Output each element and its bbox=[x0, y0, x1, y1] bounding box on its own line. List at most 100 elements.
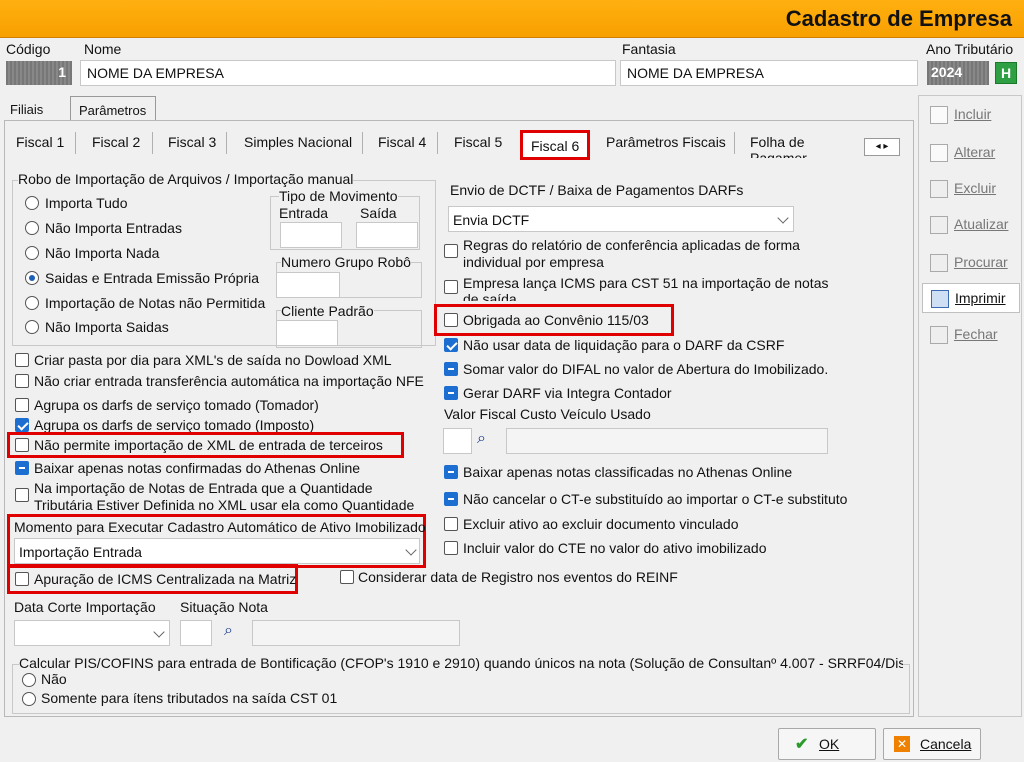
tab-filiais[interactable]: Filiais bbox=[10, 102, 43, 117]
fantasia-field[interactable]: NOME DA EMPRESA bbox=[620, 60, 918, 86]
cb-label: Criar pasta por dia para XML's de saída … bbox=[34, 352, 392, 368]
cb-label: Não criar entrada transferência automáti… bbox=[34, 373, 424, 389]
situacao-input[interactable] bbox=[180, 620, 212, 646]
cb-excluir-ativo[interactable] bbox=[444, 517, 458, 531]
cb-nao-usar-data[interactable] bbox=[444, 338, 458, 352]
tab-fiscal2[interactable]: Fiscal 2 bbox=[90, 130, 142, 158]
radio-saidas-entrada[interactable] bbox=[25, 271, 39, 285]
cb-apuracao-icms[interactable] bbox=[15, 572, 29, 586]
cb-nao-cancelar-cte[interactable] bbox=[444, 492, 458, 506]
btn-label: Procurar bbox=[954, 254, 1008, 270]
tab-fiscal5[interactable]: Fiscal 5 bbox=[452, 130, 504, 158]
considerar-label: Considerar data de Registro nos eventos … bbox=[358, 569, 678, 585]
codigo-field[interactable]: 1 bbox=[6, 61, 72, 85]
grupo-robo-label: Numero Grupo Robô bbox=[281, 254, 411, 270]
tab-folha[interactable]: Folha de Pagamer bbox=[748, 130, 862, 158]
nome-label: Nome bbox=[84, 41, 122, 57]
cb-label: de saída bbox=[463, 291, 517, 301]
cb-label: Agrupa os darfs de serviço tomado (Impos… bbox=[34, 417, 315, 433]
entrada-input[interactable] bbox=[280, 222, 342, 248]
radio-nao-importa-saidas[interactable] bbox=[25, 320, 39, 334]
cb-incluir-cte[interactable] bbox=[444, 541, 458, 555]
edit-icon bbox=[930, 144, 948, 162]
ano-field[interactable]: 2024 bbox=[927, 61, 989, 85]
btn-label: Imprimir bbox=[955, 290, 1006, 306]
alterar-button[interactable]: Alterar bbox=[922, 138, 1020, 168]
saida-label: Saída bbox=[360, 205, 397, 221]
cb-label: Tributária Estiver Definida no XML usar … bbox=[34, 497, 415, 513]
cb-nao-permite-xml[interactable] bbox=[15, 438, 29, 452]
nome-field[interactable]: NOME DA EMPRESA bbox=[80, 60, 616, 86]
cb-label: Baixar apenas notas confirmadas do Athen… bbox=[34, 460, 361, 476]
imprimir-button[interactable]: Imprimir bbox=[922, 283, 1020, 313]
tab-parametros[interactable]: Parâmetros bbox=[70, 96, 156, 121]
data-corte-select[interactable] bbox=[14, 620, 170, 646]
data-corte-label: Data Corte Importação bbox=[14, 599, 156, 615]
tab-fiscal1[interactable]: Fiscal 1 bbox=[14, 130, 66, 158]
cancel-button[interactable]: ✕ Cancela bbox=[883, 728, 981, 760]
tab-scroll-arrows[interactable]: ◂ ▸ bbox=[864, 138, 900, 156]
cb-convenio-115[interactable] bbox=[444, 313, 458, 327]
tab-fiscal6[interactable]: Fiscal 6 bbox=[520, 130, 590, 160]
radio-importa-tudo[interactable] bbox=[25, 196, 39, 210]
cb-criar-pasta[interactable] bbox=[15, 353, 29, 367]
new-document-icon bbox=[930, 106, 948, 124]
cb-quantidade-tributaria[interactable] bbox=[15, 488, 29, 502]
ok-button[interactable]: ✔ OK bbox=[778, 728, 876, 760]
cancel-icon: ✕ bbox=[894, 736, 910, 752]
radio-label: Saidas e Entrada Emissão Própria bbox=[45, 270, 259, 286]
chevron-down-icon bbox=[405, 544, 417, 556]
atualizar-button[interactable]: Atualizar bbox=[922, 210, 1020, 240]
excluir-button[interactable]: Excluir bbox=[922, 174, 1020, 204]
radio-nao-importa-nada[interactable] bbox=[25, 246, 39, 260]
tab-parametros-fiscais[interactable]: Parâmetros Fiscais bbox=[604, 130, 728, 158]
tab-fiscal3[interactable]: Fiscal 3 bbox=[166, 130, 218, 158]
radio-importacao-nao-permitida[interactable] bbox=[25, 296, 39, 310]
pis-group bbox=[12, 664, 910, 714]
dctf-select[interactable]: Envia DCTF bbox=[448, 206, 794, 232]
procurar-button[interactable]: Procurar bbox=[922, 248, 1020, 278]
cb-gerar-darf[interactable] bbox=[444, 386, 458, 400]
fechar-button[interactable]: Fechar bbox=[922, 320, 1020, 350]
valor-fiscal-label: Valor Fiscal Custo Veículo Usado bbox=[444, 406, 651, 422]
tab-simples-nacional[interactable]: Simples Nacional bbox=[242, 130, 354, 158]
cb-label: individual por empresa bbox=[463, 254, 604, 270]
cb-label: Não permite importação de XML de entrada… bbox=[34, 437, 383, 453]
cb-label: Agrupa os darfs de serviço tomado (Tomad… bbox=[34, 397, 319, 413]
cb-baixar-confirmadas[interactable] bbox=[15, 461, 29, 475]
cb-baixar-classificadas[interactable] bbox=[444, 465, 458, 479]
cb-empresa-lanca-icms[interactable] bbox=[444, 280, 458, 294]
radio-pis-nao[interactable] bbox=[22, 673, 36, 687]
cb-somar-difal[interactable] bbox=[444, 362, 458, 376]
saida-input[interactable] bbox=[356, 222, 418, 248]
entrada-label: Entrada bbox=[279, 205, 329, 221]
cb-considerar-reinf[interactable] bbox=[340, 570, 354, 584]
cb-label: Regras do relatório de conferência aplic… bbox=[463, 237, 800, 253]
binoculars-icon[interactable]: ⌕ bbox=[224, 622, 233, 640]
tab-fiscal4[interactable]: Fiscal 4 bbox=[376, 130, 428, 158]
valor-fiscal-input[interactable] bbox=[443, 428, 472, 454]
cliente-padrao-input[interactable] bbox=[276, 320, 338, 346]
cb-regras-relatorio[interactable] bbox=[444, 244, 458, 258]
momento-select[interactable]: Importação Entrada bbox=[14, 538, 420, 564]
apuracao-label: Apuração de ICMS Centralizada na Matriz bbox=[34, 571, 297, 587]
cb-nao-criar-transferencia[interactable] bbox=[15, 374, 29, 388]
grupo-robo-input[interactable] bbox=[276, 272, 340, 298]
btn-label: Alterar bbox=[954, 144, 996, 160]
cb-agrupa-imposto[interactable] bbox=[15, 418, 29, 432]
radio-label: Não bbox=[41, 671, 67, 687]
radio-pis-somente[interactable] bbox=[22, 692, 36, 706]
radio-nao-importa-entradas[interactable] bbox=[25, 221, 39, 235]
cb-label: Obrigada ao Convênio 115/03 bbox=[463, 312, 649, 328]
binoculars-icon[interactable]: ⌕ bbox=[477, 430, 486, 448]
printer-icon bbox=[931, 290, 949, 308]
situacao-desc bbox=[252, 620, 460, 646]
radio-label: Importa Tudo bbox=[45, 195, 128, 211]
binoculars-icon bbox=[930, 254, 948, 272]
incluir-button[interactable]: Incluir bbox=[922, 100, 1020, 130]
window-title: Cadastro de Empresa bbox=[785, 6, 1012, 31]
cb-label: Não cancelar o CT-e substituído ao impor… bbox=[463, 491, 848, 507]
cancel-label: Cancela bbox=[920, 736, 972, 752]
ano-help-button[interactable]: H bbox=[995, 62, 1017, 84]
cb-agrupa-tomador[interactable] bbox=[15, 398, 29, 412]
